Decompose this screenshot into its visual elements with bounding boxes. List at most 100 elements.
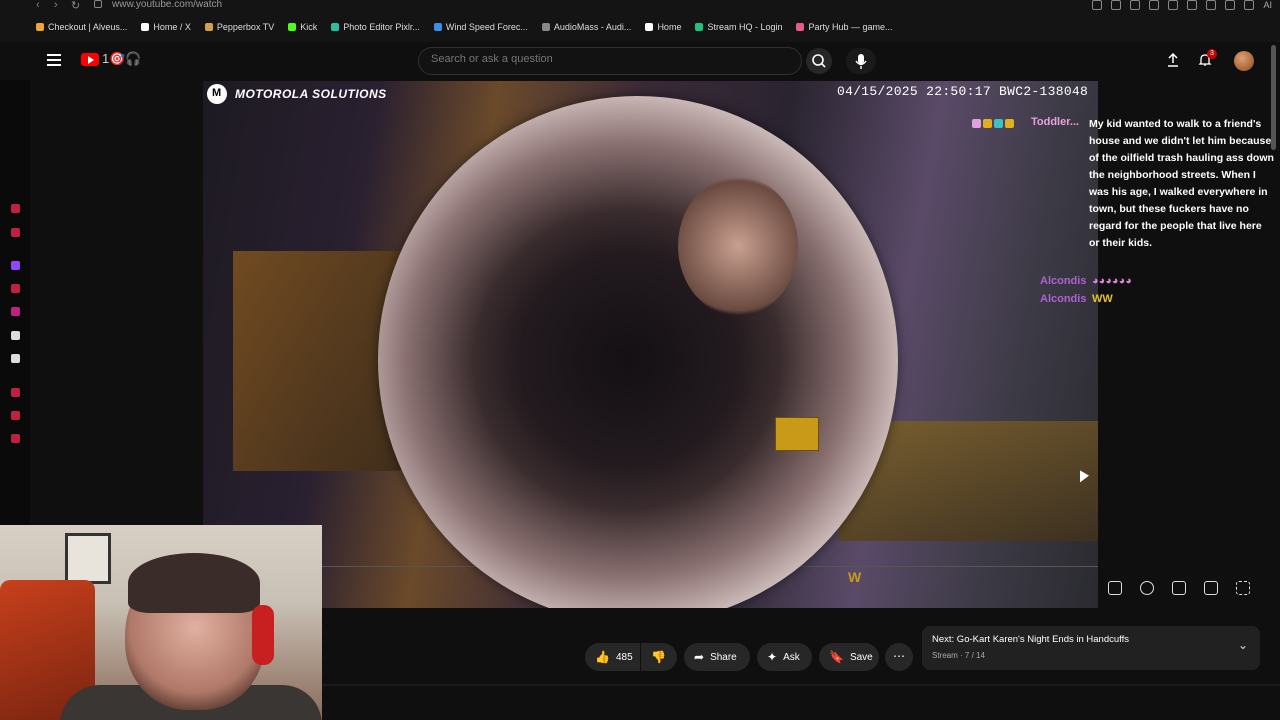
chat-username: Toddler... xyxy=(1031,116,1080,128)
extension-icon[interactable] xyxy=(1130,0,1141,10)
save-button[interactable]: 🔖 Save xyxy=(819,643,879,671)
youtube-logo-icon[interactable] xyxy=(81,53,99,66)
settings-icon[interactable] xyxy=(1244,0,1255,10)
video-player[interactable]: MOTOROLA SOLUTIONS 04/15/2025 22:50:17 B… xyxy=(203,81,1098,608)
captions-icon[interactable] xyxy=(1108,581,1122,595)
dislike-button[interactable]: 👎 xyxy=(641,643,677,671)
save-label: Save xyxy=(849,651,873,663)
url-text[interactable]: www.youtube.com/watch xyxy=(112,0,222,10)
chat-username: Alcondis xyxy=(1040,275,1087,287)
menu-icon[interactable] xyxy=(47,54,61,69)
next-up-card[interactable]: Next: Go-Kart Karen's Night Ends in Hand… xyxy=(922,626,1260,670)
search-box[interactable] xyxy=(418,47,802,75)
extension-icon[interactable] xyxy=(1187,0,1198,10)
like-button[interactable]: 👍 485 xyxy=(585,643,640,671)
bookmark-favicon-icon xyxy=(695,23,704,31)
profile-icon[interactable] xyxy=(1206,0,1217,10)
bookmark-favicon-icon xyxy=(796,23,805,31)
headphones xyxy=(252,605,274,665)
ai-label[interactable]: AI xyxy=(1263,0,1272,10)
tiktok-icon[interactable] xyxy=(11,331,20,340)
cast-icon[interactable] xyxy=(1204,581,1218,595)
bookmarks-bar: Checkout | Alveus... Home / X Pepperbox TV… xyxy=(36,22,907,32)
reload-icon[interactable]: ↻ xyxy=(71,0,80,12)
bookmark-favicon-icon xyxy=(36,23,44,31)
like-count: 485 xyxy=(615,651,633,663)
forward-icon[interactable]: › xyxy=(54,0,58,11)
chat-emote-overlay xyxy=(775,417,819,451)
more-actions-button[interactable]: ⋯ xyxy=(885,643,913,671)
bookmark-item[interactable]: Photo Editor Pixlr... xyxy=(331,22,420,32)
upload-icon[interactable] xyxy=(1165,52,1181,68)
bookmark-label: Photo Editor Pixlr... xyxy=(343,22,420,32)
next-up-title: Next: Go-Kart Karen's Night Ends in Hand… xyxy=(932,634,1130,645)
chat-message: ◕◕◕◕◕◕ xyxy=(1092,275,1132,287)
more-icon: ⋯ xyxy=(893,649,905,663)
bookmark-icon: 🔖 xyxy=(829,650,844,664)
streamer-hair xyxy=(128,553,260,613)
miniplayer-icon[interactable] xyxy=(1172,581,1186,595)
voice-search-button[interactable] xyxy=(846,48,876,74)
bookmark-favicon-icon xyxy=(141,23,150,31)
bookmark-item[interactable]: Party Hub — game... xyxy=(796,22,893,32)
sidebar-app-icon[interactable] xyxy=(11,204,20,213)
bookmark-label: Kick xyxy=(300,22,318,32)
bookmark-favicon-icon xyxy=(331,23,340,31)
overlay-w-emote: W xyxy=(848,569,862,585)
bookmark-favicon-icon xyxy=(288,23,297,31)
bookmark-item[interactable]: Stream HQ - Login xyxy=(695,22,782,32)
ask-button[interactable]: ✦ Ask xyxy=(757,643,812,671)
extension-icon[interactable] xyxy=(1111,0,1122,10)
chat-message: WW xyxy=(1092,293,1113,305)
divider xyxy=(322,684,1280,686)
extension-icons: AI xyxy=(1092,0,1272,10)
bookmark-item[interactable]: Home / X xyxy=(141,22,191,32)
sidebar-app-icon[interactable] xyxy=(11,388,20,397)
bookmark-label: Pepperbox TV xyxy=(216,22,275,32)
extension-icon[interactable] xyxy=(1092,0,1103,10)
left-sidebar xyxy=(0,80,30,525)
search-icon xyxy=(812,54,826,68)
bookmark-item[interactable]: Wind Speed Forec... xyxy=(433,22,528,32)
wall-poster xyxy=(65,533,111,584)
bookmark-item[interactable]: AudioMass - Audi... xyxy=(541,22,631,32)
extension-icon[interactable] xyxy=(1149,0,1160,10)
bookmark-favicon-icon xyxy=(645,23,654,31)
settings-gear-icon[interactable] xyxy=(1140,581,1154,595)
share-label: Share xyxy=(710,651,737,663)
bookmark-label: Home xyxy=(657,22,682,32)
address-bar[interactable]: ‹ › ↻ www.youtube.com/watch AI xyxy=(0,0,1280,12)
bookmark-item[interactable]: Kick xyxy=(288,22,317,32)
youtube-header: 1🎯🎧 3 xyxy=(0,42,1280,80)
chevron-down-icon[interactable]: ⌄ xyxy=(1238,638,1248,652)
fullscreen-icon[interactable] xyxy=(1236,581,1250,595)
search-input[interactable] xyxy=(429,52,793,66)
bodycam-brand: MOTOROLA SOLUTIONS xyxy=(235,87,387,101)
bookmark-item[interactable]: Pepperbox TV xyxy=(204,22,275,32)
chat-username: Alcondis xyxy=(1040,293,1087,305)
chat-message: My kid wanted to walk to a friend's hous… xyxy=(1089,118,1274,249)
x-icon[interactable] xyxy=(11,354,20,363)
page-scrollbar[interactable] xyxy=(1271,45,1276,150)
bookmark-label: Stream HQ - Login xyxy=(707,22,783,32)
bookmark-item[interactable]: Home xyxy=(645,22,681,32)
back-icon[interactable]: ‹ xyxy=(36,0,40,11)
settings-icon[interactable] xyxy=(11,434,20,443)
share-icon: ➦ xyxy=(694,650,705,664)
next-up-subtitle: Stream · 7 / 14 xyxy=(932,651,985,660)
heart-icon[interactable] xyxy=(1168,0,1179,10)
download-icon[interactable] xyxy=(1225,0,1236,10)
bodycam-timestamp: 04/15/2025 22:50:17 BWC2-138048 xyxy=(837,84,1089,99)
search-button[interactable] xyxy=(806,48,832,74)
twitch-icon[interactable] xyxy=(11,261,20,270)
instagram-icon[interactable] xyxy=(11,307,20,316)
account-avatar[interactable] xyxy=(1234,51,1254,71)
sidebar-app-icon[interactable] xyxy=(11,228,20,237)
chat-badges xyxy=(972,119,1014,128)
bookmark-item[interactable]: Checkout | Alveus... xyxy=(36,22,127,32)
share-button[interactable]: ➦ Share xyxy=(684,643,750,671)
bookmark-label: Home / X xyxy=(153,22,191,32)
sidebar-app-icon[interactable] xyxy=(11,284,20,293)
history-icon[interactable] xyxy=(11,411,20,420)
logo-decoration: 1🎯🎧 xyxy=(102,51,142,66)
